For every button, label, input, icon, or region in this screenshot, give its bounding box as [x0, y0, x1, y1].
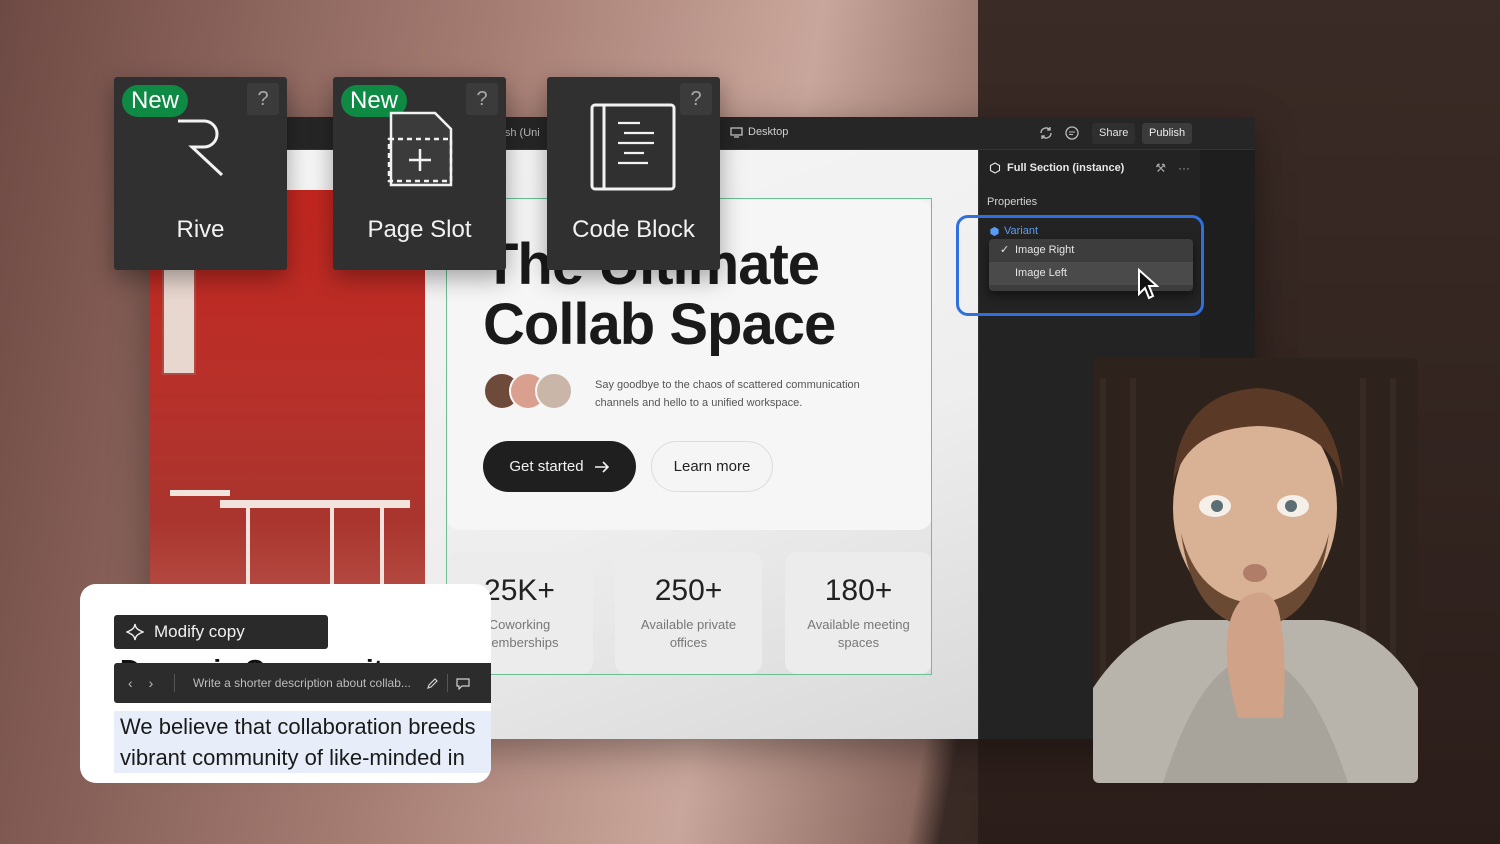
prompt-navigation: ‹ ›	[114, 675, 174, 691]
stat-value: 180+	[824, 574, 893, 607]
ai-copy-panel: Dynamic Community Modify copy ‹ › Write …	[80, 584, 491, 783]
code-block-element-card[interactable]: ? Code Block	[547, 77, 720, 270]
ai-prompt-bar[interactable]: ‹ › Write a shorter description about co…	[114, 663, 491, 703]
rive-logo-icon	[178, 119, 224, 177]
help-icon[interactable]: ?	[680, 83, 712, 115]
hero-title-line-2: Collab Space	[483, 292, 836, 357]
component-name: Full Section (instance)	[1007, 162, 1125, 174]
properties-label: Properties	[987, 196, 1038, 208]
cursor-icon	[1138, 268, 1159, 300]
publish-button[interactable]: Publish	[1142, 123, 1193, 144]
page-slot-element-card[interactable]: New ? Page Slot	[333, 77, 506, 270]
avatar	[535, 372, 573, 410]
focus-highlight	[956, 215, 1204, 316]
desktop-icon	[730, 126, 743, 138]
hero-description: Say goodbye to the chaos of scattered co…	[595, 379, 860, 409]
selected-body-text[interactable]: We believe that collaboration breeds vib…	[114, 711, 491, 773]
stat-label: Available private offices	[640, 617, 737, 650]
help-icon[interactable]: ?	[466, 83, 498, 115]
comment-icon[interactable]	[1064, 125, 1080, 141]
card-title: Rive	[176, 216, 225, 243]
card-title: Code Block	[572, 216, 695, 243]
more-icon[interactable]: ···	[1178, 161, 1190, 175]
get-started-button[interactable]: Get started	[483, 441, 636, 492]
body-line: vibrant community of like-minded in	[120, 745, 465, 770]
webcam-feed	[1093, 358, 1418, 783]
code-block-icon	[590, 103, 676, 191]
sync-icon[interactable]	[1038, 125, 1054, 141]
help-icon[interactable]: ?	[247, 83, 279, 115]
stat-label: Available meeting spaces	[807, 617, 910, 650]
new-badge: New	[122, 85, 189, 117]
modify-copy-button[interactable]: Modify copy	[114, 615, 328, 649]
get-started-label: Get started	[509, 458, 584, 475]
avatar-group	[483, 372, 573, 410]
feedback-icon[interactable]	[448, 677, 478, 690]
component-icon	[989, 162, 1001, 174]
panel-actions: ⚒ ···	[1155, 161, 1190, 175]
prompt-text[interactable]: Write a shorter description about collab…	[175, 676, 417, 690]
breakpoint-label: Desktop	[748, 126, 789, 138]
photo-window	[162, 255, 196, 375]
modify-copy-label: Modify copy	[154, 622, 245, 641]
chevron-left-icon[interactable]: ‹	[128, 675, 133, 691]
photo-table-2	[170, 490, 230, 496]
breakpoint-selector[interactable]: Desktop	[730, 126, 788, 138]
component-header: Full Section (instance)	[989, 162, 1124, 174]
chevron-right-icon[interactable]: ›	[149, 675, 154, 691]
page-slot-icon	[387, 111, 453, 187]
stat-card: 180+ Available meeting spaces	[785, 552, 932, 674]
presenter-video	[1093, 358, 1418, 783]
body-line: We believe that collaboration breeds	[120, 714, 476, 739]
card-title: Page Slot	[367, 216, 472, 243]
share-button[interactable]: Share	[1092, 123, 1136, 144]
arrow-right-icon	[594, 460, 609, 473]
rive-element-card[interactable]: New ? Rive	[114, 77, 287, 270]
stat-value: 250+	[654, 574, 723, 607]
wrench-icon[interactable]: ⚒	[1155, 161, 1166, 175]
edit-pencil-icon[interactable]	[417, 677, 447, 690]
stat-card: 250+ Available private offices	[615, 552, 762, 674]
sparkle-icon	[126, 623, 144, 641]
learn-more-button[interactable]: Learn more	[651, 441, 773, 492]
photo-table	[220, 500, 410, 508]
